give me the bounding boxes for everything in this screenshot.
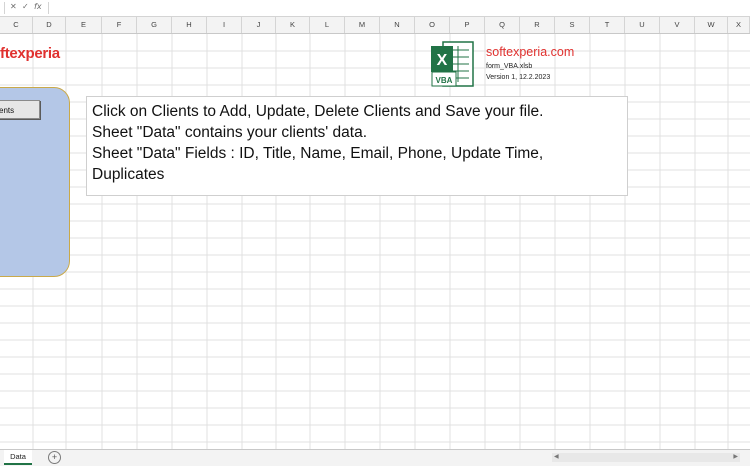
column-header-n[interactable]: N: [380, 17, 415, 33]
info-line: Sheet "Data" Fields : ID, Title, Name, E…: [92, 145, 544, 162]
column-header-o[interactable]: O: [415, 17, 450, 33]
scroll-right-icon[interactable]: ▶: [733, 453, 738, 460]
excel-vba-icon: X VBA: [431, 41, 474, 87]
column-header-i[interactable]: I: [207, 17, 242, 33]
column-header-e[interactable]: E: [66, 17, 102, 33]
column-header-t[interactable]: T: [590, 17, 625, 33]
column-header-w[interactable]: W: [695, 17, 728, 33]
add-sheet-icon[interactable]: +: [48, 451, 61, 464]
cancel-icon[interactable]: ✕: [10, 2, 17, 11]
info-line: Click on Clients to Add, Update, Delete …: [92, 103, 544, 120]
info-line: Sheet "Data" contains your clients' data…: [92, 124, 368, 141]
formula-bar: ✕ ✓ fx: [0, 0, 750, 17]
enter-icon[interactable]: ✓: [22, 2, 29, 11]
info-textbox[interactable]: Click on Clients to Add, Update, Delete …: [86, 96, 628, 196]
sheet-tab-data[interactable]: Data: [4, 450, 32, 465]
vba-badge-text: VBA: [436, 76, 453, 85]
column-header-j[interactable]: J: [242, 17, 276, 33]
column-header-g[interactable]: G: [137, 17, 172, 33]
insert-function-button[interactable]: fx: [34, 2, 42, 11]
sheet-tab-bar: Data + ◀ ▶: [0, 449, 750, 466]
column-header-x[interactable]: X: [728, 17, 750, 33]
column-header-v[interactable]: V: [660, 17, 695, 33]
softexperia-logo-text: ftexperia: [0, 45, 60, 62]
column-header-f[interactable]: F: [102, 17, 137, 33]
column-header-l[interactable]: L: [310, 17, 345, 33]
scroll-left-icon[interactable]: ◀: [554, 453, 559, 460]
column-header-r[interactable]: R: [520, 17, 555, 33]
column-header-h[interactable]: H: [172, 17, 207, 33]
excel-icon-letter: X: [437, 52, 448, 69]
column-header-p[interactable]: P: [450, 17, 485, 33]
column-header-k[interactable]: K: [276, 17, 310, 33]
formula-bar-divider: [48, 2, 49, 14]
clients-button[interactable]: ents: [0, 100, 40, 119]
info-line: Duplicates: [92, 166, 165, 183]
formula-bar-divider: [4, 2, 5, 14]
column-header-bar: CDEFGHIJKLMNOPQRSTUVWX: [0, 17, 750, 34]
brand-site: softexperia.com: [486, 45, 575, 59]
column-header-s[interactable]: S: [555, 17, 590, 33]
column-header-m[interactable]: M: [345, 17, 380, 33]
file-name: form_VBA.xlsb: [486, 63, 533, 70]
column-header-d[interactable]: D: [33, 17, 66, 33]
horizontal-scrollbar[interactable]: ◀ ▶: [552, 453, 740, 462]
column-header-u[interactable]: U: [625, 17, 660, 33]
version-label: Version 1, 12.2.2023: [486, 74, 551, 81]
column-header-c[interactable]: C: [0, 17, 33, 33]
column-header-q[interactable]: Q: [485, 17, 520, 33]
